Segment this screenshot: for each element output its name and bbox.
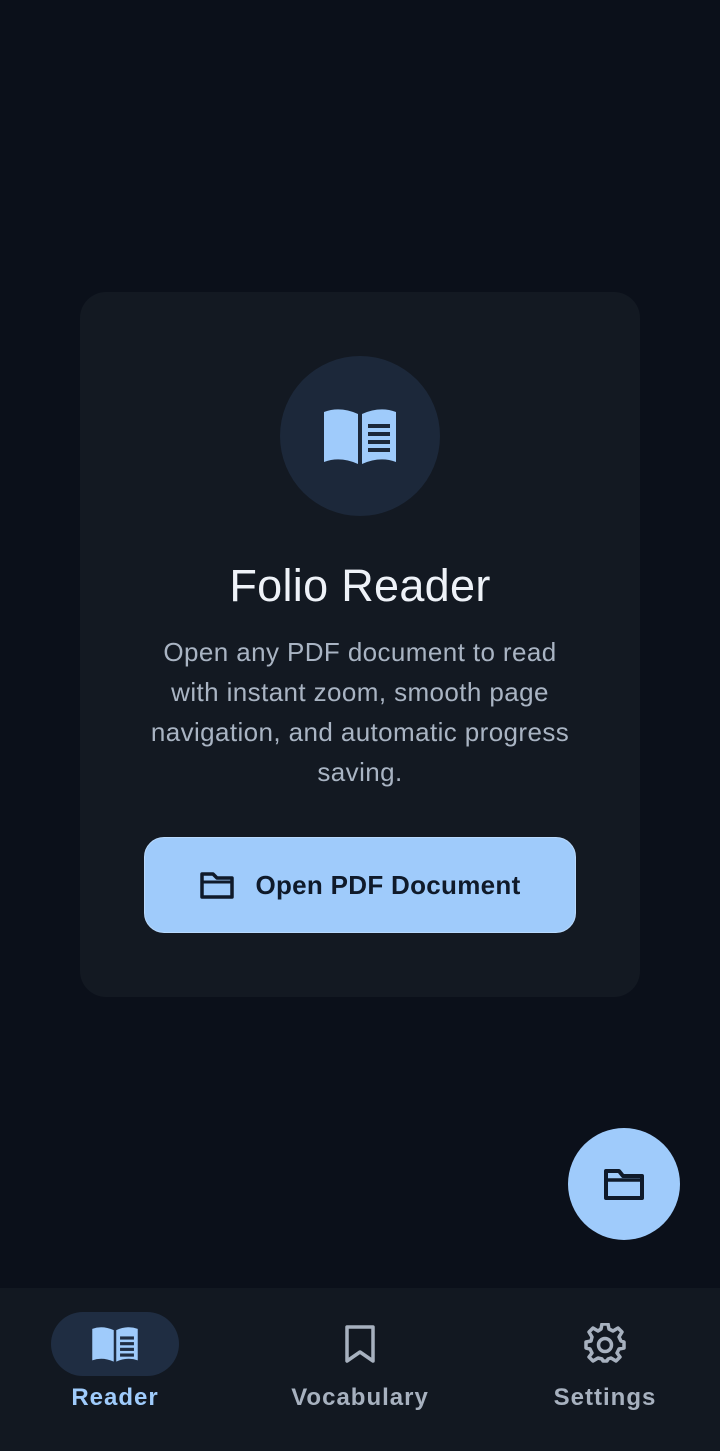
open-book-icon <box>324 409 396 464</box>
nav-label-settings: Settings <box>553 1384 657 1411</box>
app-screen: Folio Reader Open any PDF document to re… <box>0 0 720 1451</box>
gear-icon <box>584 1323 626 1363</box>
open-pdf-button-label: Open PDF Document <box>255 869 521 900</box>
app-title: Folio Reader <box>229 560 491 611</box>
nav-indicator <box>51 1312 179 1376</box>
nav-indicator <box>296 1312 424 1376</box>
folder-icon <box>200 872 235 899</box>
open-pdf-button[interactable]: Open PDF Document <box>144 837 576 933</box>
bookmark-icon <box>345 1325 375 1363</box>
nav-indicator <box>541 1312 669 1376</box>
nav-item-reader[interactable]: Reader <box>51 1288 179 1451</box>
folder-icon <box>604 1169 644 1200</box>
nav-item-settings[interactable]: Settings <box>541 1288 669 1451</box>
open-file-fab[interactable] <box>568 1128 680 1240</box>
nav-label-reader: Reader <box>71 1384 159 1411</box>
hero-icon-circle <box>280 356 440 516</box>
nav-label-vocabulary: Vocabulary <box>291 1384 429 1411</box>
open-book-icon <box>92 1327 138 1362</box>
welcome-card: Folio Reader Open any PDF document to re… <box>80 292 640 997</box>
bottom-navigation: Reader Vocabulary Settings <box>0 1288 720 1451</box>
app-description: Open any PDF document to read with insta… <box>150 637 570 787</box>
nav-item-vocabulary[interactable]: Vocabulary <box>291 1288 428 1451</box>
